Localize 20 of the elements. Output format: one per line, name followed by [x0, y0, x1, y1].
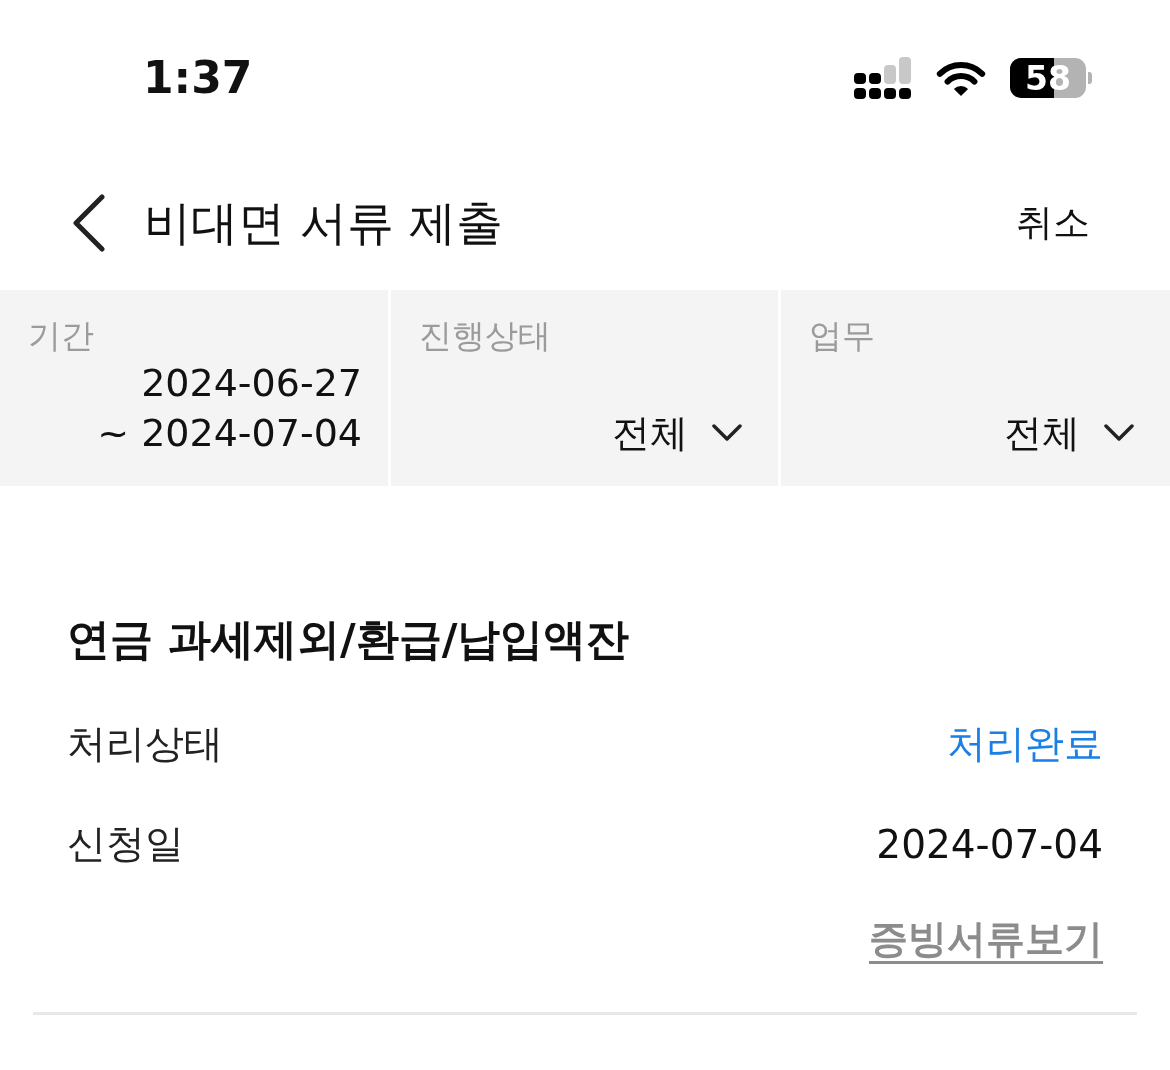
record-title: 연금 과세제외/환급/납입액잔	[67, 613, 631, 666]
filter-label: 진행상태	[419, 315, 551, 357]
filter-label: 업무	[809, 315, 875, 357]
end-date[interactable]: ~ 2024-07-04	[97, 408, 362, 458]
field-label: 처리상태	[67, 720, 223, 768]
chevron-down-icon	[712, 424, 742, 442]
clock-time: 1:37	[143, 56, 253, 100]
page-title: 비대면 서류 제출	[144, 194, 504, 252]
dropdown-button[interactable]: 전체	[612, 408, 742, 458]
filter-label: 기간	[28, 315, 94, 357]
cancel-button[interactable]: 취소	[1016, 200, 1090, 246]
status-value: 처리완료	[947, 720, 1103, 768]
dropdown-button[interactable]: 전체	[1004, 408, 1134, 458]
start-date[interactable]: 2024-06-27	[141, 358, 362, 408]
chevron-left-icon	[72, 194, 106, 252]
field-label: 신청일	[67, 820, 184, 868]
field-value: 2024-07-04	[876, 821, 1103, 867]
wifi-icon	[936, 59, 986, 97]
signal-icon	[854, 57, 912, 99]
chevron-down-icon	[1104, 424, 1134, 442]
